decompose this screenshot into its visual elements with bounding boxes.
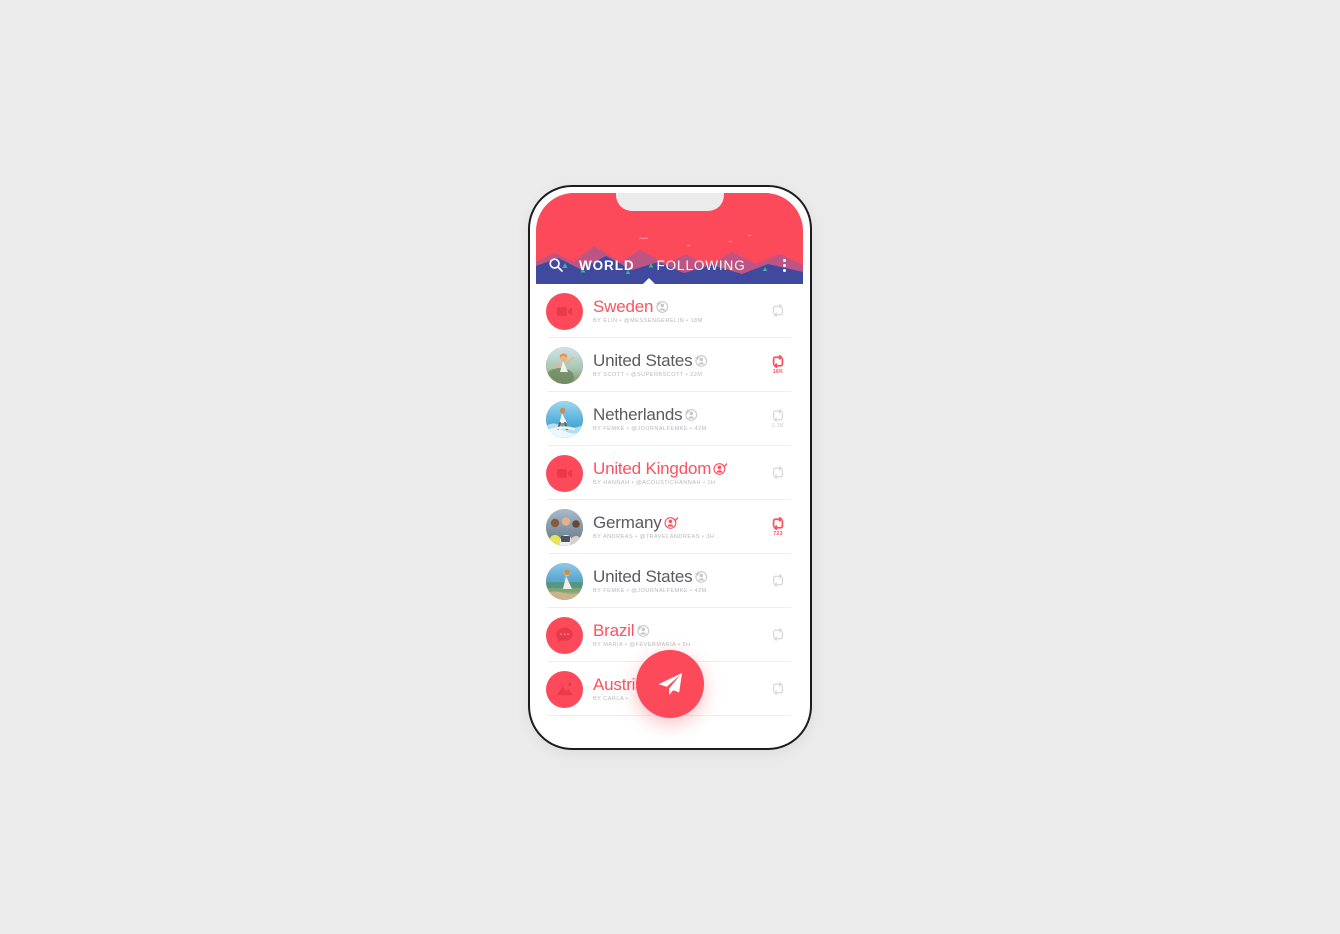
avatar[interactable]: [546, 346, 583, 384]
bird-flock: [638, 234, 752, 247]
row-subtitle: BY HANNAH • @ACOUSTICHANNAH • 1H: [593, 480, 716, 487]
more-vertical-icon[interactable]: [776, 256, 792, 274]
row-title-line: Brazil: [593, 622, 765, 640]
screenshot-canvas: WORLD FOLLOWING Sweden BY ELIN • @MESSENG…: [0, 0, 1340, 934]
feed-row[interactable]: United Kingdom BY HANNAH • @ACOUSTICHANNA…: [536, 446, 803, 500]
row-title-line: Germany: [593, 514, 765, 532]
retweet-action[interactable]: 2.2K: [765, 409, 791, 429]
video-camera-glyph: [556, 468, 573, 478]
avatar[interactable]: [546, 562, 583, 600]
retweet-action[interactable]: [765, 574, 791, 588]
person-check-icon[interactable]: [664, 516, 678, 530]
feed-row[interactable]: Netherlands BY FEMKE • @JOURNALFEMKE • 42…: [536, 392, 803, 446]
compose-fab-button[interactable]: [636, 650, 704, 718]
feed-row[interactable]: Germany BY ANDREAS • @TRAVELANDREAS • 3H 7…: [536, 500, 803, 554]
tab-world[interactable]: WORLD: [579, 258, 635, 273]
add-person-icon[interactable]: [684, 408, 698, 422]
phone-notch: [615, 193, 724, 211]
country-title: Germany: [593, 513, 662, 532]
avatar[interactable]: [546, 670, 583, 708]
feed-row[interactable]: United States BY FEMKE • @JOURNALFEMKE • …: [536, 554, 803, 608]
more-dot: [782, 268, 786, 272]
photo-friends-avatar: [546, 508, 583, 546]
search-icon[interactable]: [547, 256, 565, 274]
row-subtitle: BY SCOTT • @SUPERBSCOTT • 22M: [593, 372, 703, 379]
image-mountain-glyph: [556, 682, 573, 696]
row-text-block: United Kingdom BY HANNAH • @ACOUSTICHANNA…: [593, 460, 765, 486]
row-text-block: United States BY FEMKE • @JOURNALFEMKE • …: [593, 568, 765, 594]
add-person-icon[interactable]: [694, 354, 708, 368]
app-header: WORLD FOLLOWING: [536, 193, 803, 284]
retweet-icon[interactable]: [770, 466, 786, 479]
row-title-line: United States: [593, 568, 765, 586]
retweet-count: 723: [773, 531, 783, 537]
retweet-icon[interactable]: [770, 355, 786, 368]
retweet-action[interactable]: 723: [765, 517, 791, 537]
country-title: United States: [593, 567, 693, 586]
retweet-action[interactable]: [765, 304, 791, 318]
country-title: United Kingdom: [593, 459, 712, 478]
row-subtitle: BY ELIN • @MESSENGERELIN • 18M: [593, 318, 703, 325]
retweet-icon[interactable]: [770, 517, 786, 530]
avatar[interactable]: [546, 292, 583, 330]
row-subtitle: BY FEMKE • @JOURNALFEMKE • 42M: [593, 588, 707, 595]
chat-bubble-glyph: [556, 627, 573, 643]
row-text-block: United States BY SCOTT • @SUPERBSCOTT • 2…: [593, 352, 765, 378]
active-tab-indicator: [642, 278, 656, 284]
retweet-icon[interactable]: [770, 304, 786, 317]
retweet-icon[interactable]: [770, 628, 786, 641]
retweet-icon[interactable]: [770, 409, 786, 422]
retweet-count: 16K: [772, 369, 784, 375]
row-subtitle: BY MARIA • @FEVERMARIA • 5H: [593, 642, 691, 649]
row-text-block: Germany BY ANDREAS • @TRAVELANDREAS • 3H: [593, 514, 765, 540]
paper-plane-icon: [658, 673, 682, 695]
retweet-icon[interactable]: [770, 574, 786, 587]
header-nav-row: WORLD FOLLOWING: [536, 251, 803, 279]
retweet-action[interactable]: 16K: [765, 355, 791, 375]
retweet-action[interactable]: [765, 628, 791, 642]
row-title-line: Netherlands: [593, 406, 765, 424]
search-glass-glyph: [549, 258, 563, 272]
retweet-icon[interactable]: [770, 682, 786, 695]
feed-row[interactable]: Sweden BY ELIN • @MESSENGERELIN • 18M: [536, 284, 803, 338]
person-check-icon[interactable]: [713, 462, 728, 476]
row-title-line: United Kingdom: [593, 460, 765, 478]
row-text-block: Brazil BY MARIA • @FEVERMARIA • 5H: [593, 622, 765, 648]
add-person-icon[interactable]: [655, 300, 669, 314]
country-title: Sweden: [593, 297, 654, 316]
photo-beach-avatar: [546, 562, 583, 600]
row-subtitle: BY ANDREAS • @TRAVELANDREAS • 3H: [593, 534, 715, 541]
feed-row[interactable]: United States BY SCOTT • @SUPERBSCOTT • 2…: [536, 338, 803, 392]
row-text-block: Sweden BY ELIN • @MESSENGERELIN • 18M: [593, 298, 765, 324]
country-title: Brazil: [593, 621, 635, 640]
row-title-line: United States: [593, 352, 765, 370]
more-dot: [782, 258, 786, 262]
more-dot: [782, 263, 786, 267]
retweet-count: 2.2K: [771, 423, 785, 429]
avatar[interactable]: [546, 400, 583, 438]
video-camera-glyph: [556, 306, 573, 316]
retweet-action[interactable]: [765, 466, 791, 480]
photo-hiker-avatar: [546, 346, 583, 384]
avatar[interactable]: [546, 508, 583, 546]
row-text-block: Netherlands BY FEMKE • @JOURNALFEMKE • 42…: [593, 406, 765, 432]
add-person-icon[interactable]: [636, 624, 650, 638]
avatar[interactable]: [546, 616, 583, 654]
tab-following[interactable]: FOLLOWING: [657, 258, 746, 273]
row-subtitle: BY FEMKE • @JOURNALFEMKE • 42M: [593, 426, 707, 433]
avatar[interactable]: [546, 454, 583, 492]
country-title: Netherlands: [593, 405, 683, 424]
row-title-line: Sweden: [593, 298, 765, 316]
photo-surfer-avatar: [546, 400, 583, 438]
add-person-icon[interactable]: [694, 570, 708, 584]
retweet-action[interactable]: [765, 682, 791, 696]
country-title: United States: [593, 351, 693, 370]
